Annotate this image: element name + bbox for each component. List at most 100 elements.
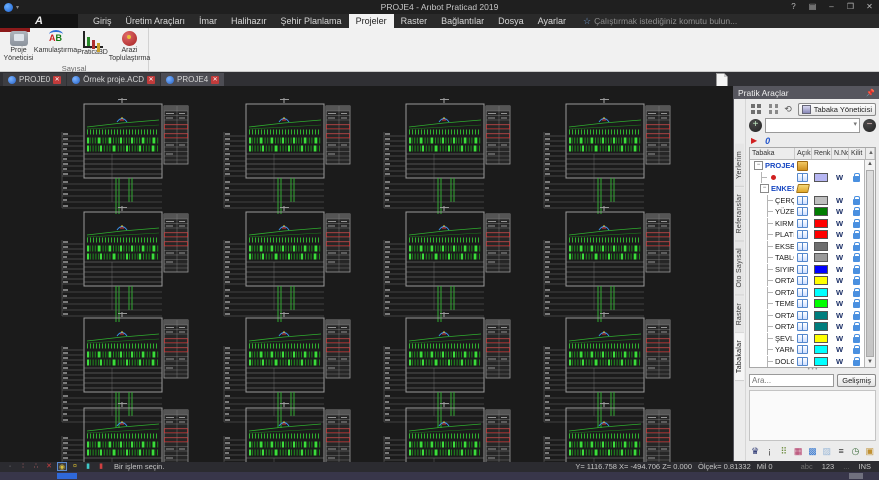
clear-snap-icon[interactable]: ✕ — [44, 462, 54, 471]
layer-row-eksen[interactable]: EKSENW — [750, 241, 864, 253]
layer-on-toggle[interactable] — [794, 196, 811, 205]
pin-icon[interactable]: 📌 — [866, 89, 875, 97]
layer-lock-toggle[interactable] — [848, 334, 864, 343]
layer-color-swatch[interactable] — [811, 253, 831, 262]
drawing-sheet-r1c3[interactable] — [384, 98, 510, 214]
remove-filter-button[interactable]: − — [863, 119, 876, 132]
layer-lock-toggle[interactable] — [848, 345, 864, 354]
drawing-sheet-r4c4[interactable] — [544, 402, 670, 462]
freeze-all-icon[interactable]: ♛ — [749, 444, 761, 458]
command-search[interactable]: ☆ Çalıştırmak istediğiniz komutu bulun..… — [583, 14, 737, 28]
layer-freeze-toggle[interactable]: W — [831, 173, 848, 182]
menu-retim-ara-lar[interactable]: Üretim Araçları — [119, 14, 193, 28]
layer-freeze-toggle[interactable]: W — [831, 265, 848, 274]
isolate-icon[interactable]: ¡ — [763, 444, 775, 458]
menu-halihaz-r[interactable]: Halihazır — [224, 14, 274, 28]
ribbon-button-pratica3d[interactable]: Pratica3D — [74, 31, 111, 57]
menu-ayarlar[interactable]: Ayarlar — [531, 14, 573, 28]
layer-on-toggle[interactable] — [794, 230, 811, 239]
drawing-sheet-r4c2[interactable] — [224, 402, 350, 462]
layer-color-swatch[interactable] — [811, 311, 831, 320]
drawing-sheet-r4c1[interactable] — [62, 402, 188, 462]
panel-tab-yerlerim[interactable]: Yerlerim — [735, 144, 744, 187]
drawing-sheet-r2c4[interactable] — [544, 206, 670, 322]
layer-freeze-toggle[interactable]: W — [831, 242, 848, 251]
layer-row-orta-re[interactable]: ORTA RE...W — [750, 275, 864, 287]
panel-tab-raster[interactable]: Raster — [735, 296, 744, 333]
panel-header[interactable]: Pratik Araçlar 📌 — [734, 86, 879, 99]
indicator-abc[interactable]: abc — [801, 462, 813, 471]
menu-giri[interactable]: Giriş — [86, 14, 119, 28]
close-tab-icon[interactable]: ✕ — [147, 76, 155, 84]
layer-color-swatch[interactable] — [811, 207, 831, 216]
layer-color-swatch[interactable] — [811, 357, 831, 366]
scroll-up-icon[interactable]: ▲ — [865, 160, 875, 169]
hatch-blue-icon[interactable]: ▩ — [806, 444, 818, 458]
column-header-n-no[interactable]: N.No — [832, 148, 849, 159]
layer-on-toggle[interactable] — [794, 357, 811, 366]
quick-access-caret-icon[interactable]: ▾ — [16, 4, 19, 11]
layer-on-toggle[interactable] — [794, 345, 811, 354]
layer-on-toggle[interactable] — [794, 334, 811, 343]
layer-freeze-toggle[interactable]: W — [831, 357, 848, 366]
layer-freeze-toggle[interactable]: W — [831, 230, 848, 239]
measure-icon[interactable]: ¤ — [70, 462, 80, 471]
layer-row-siyirma[interactable]: SIYIRMAW — [750, 264, 864, 276]
panel-tab-referanslar[interactable]: Referanslar — [735, 187, 744, 241]
taskbar-active-item[interactable] — [57, 473, 77, 479]
layer-on-toggle[interactable] — [794, 299, 811, 308]
snap-three-icon[interactable]: ∴ — [31, 462, 41, 471]
drawing-sheet-r2c3[interactable] — [384, 206, 510, 322]
ribbon-button-kamula-t-rma[interactable]: ABKamulaştırma — [37, 31, 74, 55]
ortho-icon[interactable]: ▮ — [83, 462, 93, 471]
layer-color-swatch[interactable] — [811, 219, 831, 228]
layer-row-er-eve[interactable]: ÇERÇEVEW — [750, 195, 864, 207]
app-logo[interactable]: A — [0, 14, 78, 28]
layer-on-toggle[interactable] — [794, 322, 811, 331]
ribbon-toggle-button[interactable]: ▤ — [803, 0, 822, 14]
column-header-a-k[interactable]: Açık — [795, 148, 812, 159]
scroll-down-icon[interactable]: ▼ — [865, 358, 875, 367]
layer-row-orta-ba[interactable]: ORTA BA...W — [750, 310, 864, 322]
app-icon[interactable] — [4, 3, 13, 12]
layer-freeze-toggle[interactable]: W — [831, 345, 848, 354]
layer-freeze-toggle[interactable]: W — [831, 253, 848, 262]
layer-on-toggle[interactable] — [794, 219, 811, 228]
layer-freeze-toggle[interactable]: W — [831, 288, 848, 297]
layer-lock-toggle[interactable] — [848, 173, 864, 182]
menu-i-mar[interactable]: İmar — [192, 14, 224, 28]
layer-freeze-toggle[interactable]: W — [831, 219, 848, 228]
ribbon-button-proje-y-neticisi[interactable]: Proje Yöneticisi — [0, 31, 37, 63]
point-mode-icon[interactable]: · — [5, 462, 15, 471]
layer-lock-toggle[interactable] — [848, 196, 864, 205]
lines-icon[interactable]: ≡ — [835, 444, 847, 458]
layer-row-dolgu-p[interactable]: DOLGU P...W — [750, 356, 864, 368]
layer-on-toggle[interactable] — [794, 173, 811, 182]
layer-row-enkesi-t[interactable]: −ENKESİT — [750, 183, 864, 195]
layer-freeze-toggle[interactable]: W — [831, 276, 848, 285]
menu-ba-lant-lar[interactable]: Bağlantılar — [434, 14, 491, 28]
large-grid-icon[interactable] — [769, 104, 773, 108]
palette-icon[interactable]: ▦ — [792, 444, 804, 458]
layer-lock-toggle[interactable] — [848, 242, 864, 251]
drawing-sheet-r2c2[interactable] — [224, 206, 350, 322]
layer-row-kirmizi[interactable]: KIRMIZIW — [750, 218, 864, 230]
layer-row-proje4[interactable]: −PROJE4 — [750, 160, 864, 172]
layer-on-toggle[interactable] — [794, 253, 811, 262]
hatch-light-icon[interactable]: ▨ — [821, 444, 833, 458]
layer-lock-toggle[interactable] — [848, 253, 864, 262]
close-tab-icon[interactable]: ✕ — [53, 76, 61, 84]
layer-row-unnamed-1[interactable]: W — [750, 172, 864, 184]
layer-row-yarma[interactable]: YARMA Ş...W — [750, 344, 864, 356]
panel-tab-tabakalar[interactable]: Tabakalar — [735, 333, 744, 381]
column-header-kilit[interactable]: Kilit — [849, 148, 865, 159]
add-filter-button[interactable]: + — [749, 119, 762, 132]
layer-freeze-toggle[interactable]: W — [831, 322, 848, 331]
play-icon[interactable]: ▶ — [751, 136, 757, 145]
layer-color-swatch[interactable] — [811, 288, 831, 297]
layer-row-orta-re[interactable]: ORTA RE...W — [750, 287, 864, 299]
layer-lock-toggle[interactable] — [848, 357, 864, 366]
advanced-search-button[interactable]: Gelişmiş — [837, 374, 876, 387]
taskbar-tray[interactable] — [849, 473, 863, 479]
scrollbar-thumb[interactable] — [866, 170, 874, 357]
